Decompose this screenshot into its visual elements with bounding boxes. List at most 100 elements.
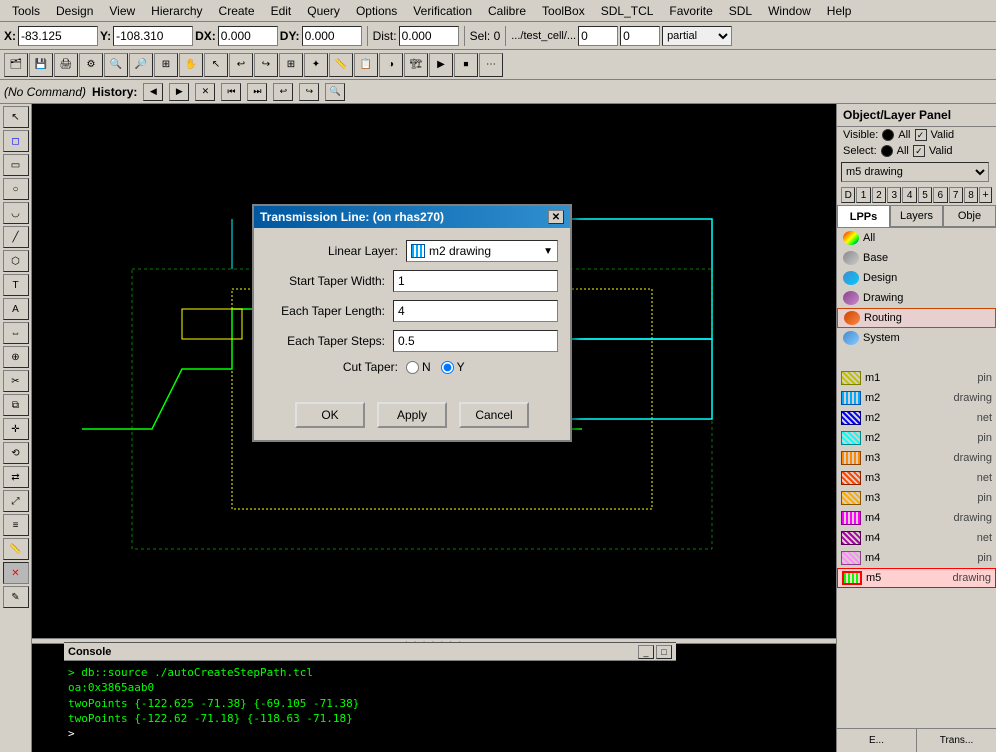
- tool-align[interactable]: ≡: [3, 514, 29, 536]
- apply-button[interactable]: Apply: [377, 402, 447, 428]
- layer-m4-drawing[interactable]: m4 drawing: [837, 508, 996, 528]
- menu-sdl[interactable]: SDL: [721, 2, 760, 20]
- dialog-close-button[interactable]: ✕: [548, 210, 564, 224]
- layer-m2-pin[interactable]: m2 pin: [837, 428, 996, 448]
- tool-poly[interactable]: ⬡: [3, 250, 29, 272]
- hist-btn-undo[interactable]: ↩: [273, 83, 293, 101]
- angle-input[interactable]: [620, 26, 660, 46]
- menu-sdl-tcl[interactable]: SDL_TCL: [593, 2, 662, 20]
- menu-hierarchy[interactable]: Hierarchy: [143, 2, 210, 20]
- cat-base[interactable]: Base: [837, 248, 996, 268]
- hist-btn-5[interactable]: ⏭: [247, 83, 267, 101]
- dialog-titlebar[interactable]: Transmission Line: (on rhas270) ✕: [254, 206, 570, 228]
- canvas-area[interactable]: Transmission Line: (on rhas270) ✕ Linear…: [32, 104, 836, 752]
- tb-snap-btn[interactable]: ✦: [304, 53, 328, 77]
- tool-stretch[interactable]: ⤢: [3, 490, 29, 512]
- tb-more-btn[interactable]: ⋯: [479, 53, 503, 77]
- hist-btn-2[interactable]: ▶: [169, 83, 189, 101]
- tab-objects[interactable]: Obje: [943, 205, 996, 227]
- tool-cut[interactable]: ✂: [3, 370, 29, 392]
- hist-btn-3[interactable]: ✕: [195, 83, 215, 101]
- linear-layer-dropdown[interactable]: m2 drawing ▼: [406, 240, 558, 262]
- x-input[interactable]: [18, 26, 98, 46]
- each-taper-steps-input[interactable]: [393, 330, 558, 352]
- layer-m1-pin[interactable]: m1 pin: [837, 368, 996, 388]
- menu-toolbox[interactable]: ToolBox: [534, 2, 593, 20]
- tool-measure[interactable]: ⇔: [3, 322, 29, 344]
- cancel-button[interactable]: Cancel: [459, 402, 529, 428]
- console-maximize-btn[interactable]: □: [656, 645, 672, 659]
- layer-num-1[interactable]: 1: [856, 187, 870, 203]
- tb-zoom-in-btn[interactable]: 🔍: [104, 53, 128, 77]
- tb-properties-btn[interactable]: 📋: [354, 53, 378, 77]
- menu-tools[interactable]: Tools: [4, 2, 48, 20]
- tab-layers[interactable]: Layers: [890, 205, 943, 227]
- tb-zoom-out-btn[interactable]: 🔎: [129, 53, 153, 77]
- radio-n-input[interactable]: [406, 361, 419, 374]
- tool-arc[interactable]: ◡: [3, 202, 29, 224]
- tb-layers-btn[interactable]: ◑: [379, 53, 403, 77]
- pb-tab-trans[interactable]: Trans...: [917, 729, 996, 752]
- hist-btn-redo[interactable]: ↪: [299, 83, 319, 101]
- layer-m4-pin[interactable]: m4 pin: [837, 548, 996, 568]
- tool-x-marker[interactable]: ✕: [3, 562, 29, 584]
- cat-all[interactable]: All: [837, 228, 996, 248]
- tb-grid-btn[interactable]: ⊞: [279, 53, 303, 77]
- tool-text[interactable]: T: [3, 274, 29, 296]
- layer-num-4[interactable]: 4: [902, 187, 916, 203]
- radio-y-item[interactable]: Y: [441, 360, 465, 374]
- partial-select[interactable]: partial: [662, 26, 732, 46]
- each-taper-length-input[interactable]: [393, 300, 558, 322]
- layer-m3-net[interactable]: m3 net: [837, 468, 996, 488]
- tb-fit-btn[interactable]: ⊞: [154, 53, 178, 77]
- tb-hierarchy-btn[interactable]: 🏗: [404, 53, 428, 77]
- hist-btn-search[interactable]: 🔍: [325, 83, 345, 101]
- cat-system[interactable]: System: [837, 328, 996, 348]
- tb-print-btn[interactable]: 🖨: [54, 53, 78, 77]
- menu-edit[interactable]: Edit: [263, 2, 300, 20]
- tool-draw[interactable]: ◻: [3, 130, 29, 152]
- hist-btn-1[interactable]: ◀: [143, 83, 163, 101]
- zoom-input[interactable]: [578, 26, 618, 46]
- tool-circle[interactable]: ○: [3, 178, 29, 200]
- dropdown-arrow-icon[interactable]: ▼: [543, 246, 553, 257]
- menu-verification[interactable]: Verification: [405, 2, 480, 20]
- menu-design[interactable]: Design: [48, 2, 101, 20]
- menu-view[interactable]: View: [101, 2, 143, 20]
- tool-mirror[interactable]: ⇄: [3, 466, 29, 488]
- layer-num-2[interactable]: 2: [872, 187, 886, 203]
- ok-button[interactable]: OK: [295, 402, 365, 428]
- console-minimize-btn[interactable]: _: [638, 645, 654, 659]
- layer-num-5[interactable]: 5: [918, 187, 932, 203]
- layer-add-btn[interactable]: +: [979, 187, 992, 203]
- layer-num-3[interactable]: 3: [887, 187, 901, 203]
- radio-n-item[interactable]: N: [406, 360, 431, 374]
- tb-settings-btn[interactable]: ⚙: [79, 53, 103, 77]
- tb-stop-btn[interactable]: ⏹: [454, 53, 478, 77]
- menu-calibre[interactable]: Calibre: [480, 2, 534, 20]
- y-input[interactable]: [113, 26, 193, 46]
- layer-m2-net[interactable]: m2 net: [837, 408, 996, 428]
- menu-options[interactable]: Options: [348, 2, 405, 20]
- menu-help[interactable]: Help: [819, 2, 860, 20]
- tb-run-btn[interactable]: ▶: [429, 53, 453, 77]
- tab-lpps[interactable]: LPPs: [837, 205, 890, 227]
- tb-save-btn[interactable]: 💾: [29, 53, 53, 77]
- visible-valid-check[interactable]: ✓: [915, 129, 927, 141]
- layer-m5-drawing[interactable]: m5 drawing: [837, 568, 996, 588]
- tool-edit[interactable]: ✎: [3, 586, 29, 608]
- pb-tab-e[interactable]: E...: [837, 729, 917, 752]
- tool-copy[interactable]: ⧉: [3, 394, 29, 416]
- layer-num-8[interactable]: 8: [964, 187, 978, 203]
- layer-num-6[interactable]: 6: [933, 187, 947, 203]
- cat-design[interactable]: Design: [837, 268, 996, 288]
- tool-rotate[interactable]: ⟲: [3, 442, 29, 464]
- layer-m2-drawing[interactable]: m2 drawing: [837, 388, 996, 408]
- tool-ruler[interactable]: 📏: [3, 538, 29, 560]
- tb-open-btn[interactable]: 🗂: [4, 53, 28, 77]
- tb-undo-btn[interactable]: ↩: [229, 53, 253, 77]
- active-layer-dropdown[interactable]: m5 drawing: [841, 162, 989, 182]
- tool-select[interactable]: ↖: [3, 106, 29, 128]
- menu-query[interactable]: Query: [299, 2, 348, 20]
- layer-num-d[interactable]: D: [841, 187, 855, 203]
